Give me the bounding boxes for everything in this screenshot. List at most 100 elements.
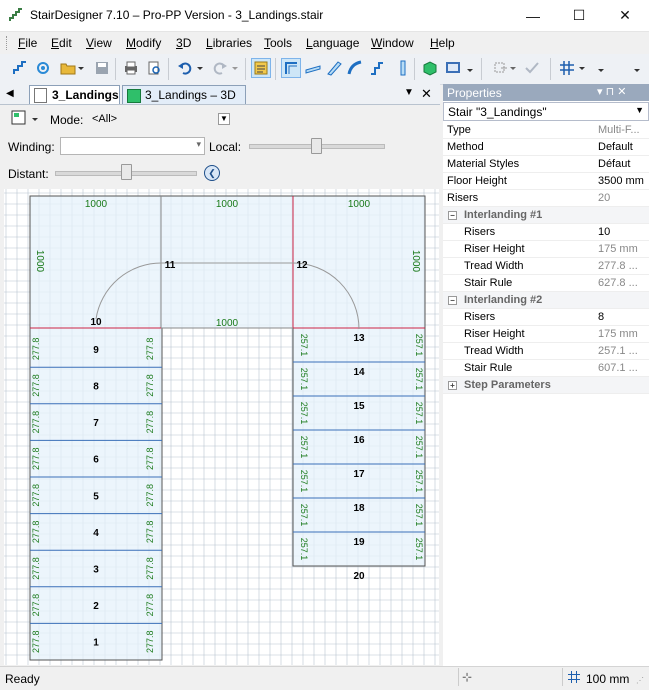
- properties-toggle-icon[interactable]: [251, 58, 271, 78]
- step-number: 18: [353, 503, 365, 514]
- property-value[interactable]: 10: [598, 226, 648, 238]
- property-row[interactable]: Tread Width 277.8 ...: [443, 258, 649, 275]
- property-row[interactable]: Type Multi-F...: [443, 122, 649, 139]
- redo-dropdown-icon[interactable]: [230, 58, 240, 78]
- menu-3d[interactable]: 3D: [176, 36, 191, 50]
- view-mode-button[interactable]: [8, 109, 38, 129]
- plan-canvas[interactable]: 1000 1000 1000 1000 1000 1000 1 277.8 277.8 2 277.…: [4, 189, 439, 665]
- properties-header: Properties ▾ ⊓ ✕: [443, 84, 649, 101]
- tab-3d-view[interactable]: 3_Landings – 3D: [122, 85, 246, 104]
- menu-tools[interactable]: Tools: [264, 36, 292, 50]
- close-document-icon[interactable]: ✕: [421, 86, 432, 102]
- open-dropdown-icon[interactable]: [76, 58, 86, 78]
- collapse-options-icon[interactable]: ❮: [204, 165, 220, 181]
- property-row[interactable]: Risers 8: [443, 309, 649, 326]
- validate-icon[interactable]: [522, 58, 542, 78]
- expand-icon[interactable]: +: [448, 381, 457, 390]
- distant-slider-thumb[interactable]: [121, 164, 132, 180]
- tabs-left-arrow-icon[interactable]: ◀: [6, 88, 18, 100]
- menu-help[interactable]: Help: [430, 36, 455, 50]
- grid-dropdown-icon[interactable]: [577, 58, 587, 78]
- property-value[interactable]: 277.8 ...: [598, 260, 648, 272]
- menu-libraries[interactable]: Libraries: [206, 36, 252, 50]
- l-stair-icon[interactable]: [281, 58, 301, 78]
- landing-flight-icon[interactable]: [367, 58, 387, 78]
- slanted-flight-icon[interactable]: [324, 58, 344, 78]
- menu-window[interactable]: Window: [371, 36, 414, 50]
- layers-dropdown-icon[interactable]: [508, 58, 518, 78]
- property-group-interlanding-2[interactable]: − Interlanding #2: [443, 292, 649, 309]
- object-selector[interactable]: Stair "3_Landings" ▼: [443, 102, 649, 121]
- straight-flight-icon[interactable]: [303, 58, 323, 78]
- property-value[interactable]: 3500 mm: [598, 175, 648, 187]
- close-button[interactable]: ✕: [602, 0, 648, 31]
- property-row[interactable]: Tread Width 257.1 ...: [443, 343, 649, 360]
- property-row[interactable]: Stair Rule 607.1 ...: [443, 360, 649, 377]
- menu-file[interactable]: File: [18, 36, 37, 50]
- tread-dimension: 277.8: [145, 411, 155, 434]
- property-group-step-parameters[interactable]: + Step Parameters: [443, 377, 649, 394]
- mode-select[interactable]: <All> ▼: [88, 110, 232, 128]
- panel-controls-icon[interactable]: ▾ ⊓ ✕: [597, 85, 626, 98]
- 3d-cube-icon[interactable]: [420, 58, 440, 78]
- save-icon[interactable]: [92, 58, 112, 78]
- tread-dimension: 277.8: [145, 338, 155, 361]
- tab-list-dropdown-icon[interactable]: ▼: [404, 87, 414, 98]
- stair-plan-drawing[interactable]: 1000 1000 1000 1000 1000 1000 1 277.8 277.8 2 277.…: [4, 189, 439, 665]
- print-preview-icon[interactable]: [144, 58, 164, 78]
- open-folder-icon[interactable]: [58, 58, 78, 78]
- property-value[interactable]: 175 mm: [598, 243, 648, 255]
- property-group-interlanding-1[interactable]: − Interlanding #1: [443, 207, 649, 224]
- property-row[interactable]: Stair Rule 627.8 ...: [443, 275, 649, 292]
- property-value[interactable]: 627.8 ...: [598, 277, 648, 289]
- property-value[interactable]: Default: [598, 141, 648, 153]
- property-value[interactable]: 20: [598, 192, 648, 204]
- property-value[interactable]: 607.1 ...: [598, 362, 648, 374]
- property-value[interactable]: Multi-F...: [598, 124, 648, 136]
- redo-icon[interactable]: [210, 58, 230, 78]
- toolbar-chevron-icon[interactable]: [632, 58, 641, 78]
- curved-flight-icon[interactable]: [345, 58, 365, 78]
- menu-language[interactable]: Language: [306, 36, 359, 50]
- tread-dimension: 277.8: [31, 484, 41, 507]
- property-row[interactable]: Riser Height 175 mm: [443, 241, 649, 258]
- vertical-bar-icon[interactable]: [393, 58, 413, 78]
- property-row[interactable]: Floor Height 3500 mm: [443, 173, 649, 190]
- collapse-icon[interactable]: −: [448, 296, 457, 305]
- dimension-label: 1000: [216, 199, 239, 210]
- undo-dropdown-icon[interactable]: [195, 58, 205, 78]
- tab-plan-view[interactable]: 3_Landings: [29, 85, 120, 104]
- property-row[interactable]: Risers 20: [443, 190, 649, 207]
- property-value[interactable]: 8: [598, 311, 648, 323]
- maximize-button[interactable]: ☐: [556, 0, 602, 31]
- toolbar-chevron-icon[interactable]: [596, 58, 605, 78]
- property-value[interactable]: Défaut: [598, 158, 648, 170]
- landing-region[interactable]: [29, 195, 426, 329]
- property-row[interactable]: Material Styles Défaut: [443, 156, 649, 173]
- minimize-button[interactable]: —: [510, 0, 556, 31]
- property-name: Risers: [464, 226, 496, 238]
- property-row[interactable]: Method Default: [443, 139, 649, 156]
- property-value[interactable]: 257.1 ...: [598, 345, 648, 357]
- mode-label: Mode:: [50, 113, 84, 127]
- collapse-icon[interactable]: −: [448, 211, 457, 220]
- menu-view[interactable]: View: [86, 36, 112, 50]
- menu-edit[interactable]: Edit: [51, 36, 72, 50]
- snap-icon[interactable]: ⊹: [462, 670, 472, 684]
- grid-icon[interactable]: [557, 58, 577, 78]
- property-row[interactable]: Risers 10: [443, 224, 649, 241]
- local-slider-thumb[interactable]: [311, 138, 322, 154]
- property-row[interactable]: Riser Height 175 mm: [443, 326, 649, 343]
- undo-icon[interactable]: [175, 58, 195, 78]
- tread-dimension: 277.8: [145, 630, 155, 653]
- refresh-icon[interactable]: [33, 58, 53, 78]
- right-flight[interactable]: [292, 327, 426, 567]
- menu-modify[interactable]: Modify: [126, 36, 161, 50]
- toolbar-overflow-icon[interactable]: [465, 58, 474, 78]
- winding-select[interactable]: ▾: [60, 137, 205, 155]
- 3d-view-icon[interactable]: [443, 58, 463, 78]
- property-value[interactable]: 175 mm: [598, 328, 648, 340]
- resize-grip-icon[interactable]: ⋰: [636, 676, 644, 685]
- print-icon[interactable]: [121, 58, 141, 78]
- stair-tool-icon[interactable]: [10, 58, 30, 78]
